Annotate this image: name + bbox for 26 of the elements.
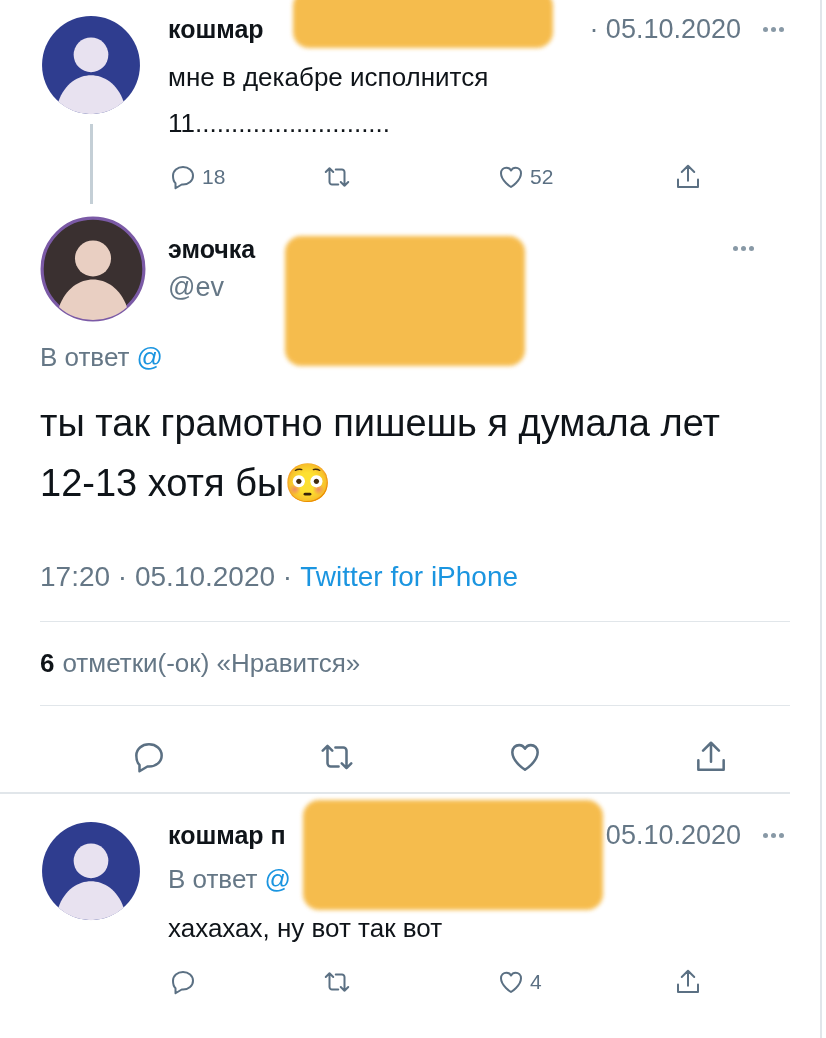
more-icon[interactable] [763, 832, 784, 838]
action-count: 52 [530, 165, 554, 189]
reply-handle[interactable]: @ [264, 864, 291, 895]
reply-handle[interactable]: @ [136, 342, 163, 373]
likes-count: 6 [40, 648, 55, 679]
tweet-text: мне в декабре исполнится 11........................... [168, 61, 490, 140]
user-name: эмочка [168, 235, 256, 264]
avatar-icon[interactable] [40, 216, 146, 322]
action-count: 4 [530, 970, 542, 994]
user-name: кошмар п [168, 820, 286, 850]
user-handle: @ev [168, 272, 225, 303]
more-icon[interactable] [763, 26, 784, 32]
tweet-time: 17:20 · 05.10.2020 · [40, 561, 293, 593]
action-count: 18 [202, 165, 226, 189]
avatar-icon[interactable] [40, 820, 142, 922]
avatar-icon[interactable] [40, 14, 142, 116]
tweet-text: хахахах, ну вот так вот [168, 912, 444, 945]
reply-label: В ответ [168, 864, 258, 895]
user-name: кошмар [168, 14, 264, 44]
tweet-text: ты так грамотно пишешь я думала лет 12-13 хотя бы😳 [40, 401, 721, 506]
tweet-date: 05.10.2020 [605, 819, 741, 851]
reply-label: В ответ [40, 342, 130, 373]
source-link[interactable]: Twitter for iPhone [300, 561, 519, 593]
more-icon[interactable] [733, 246, 754, 251]
tweet-date: · 05.10.2020 [589, 13, 741, 45]
likes-label: отметки(-ок) «Нравится» [62, 648, 361, 679]
